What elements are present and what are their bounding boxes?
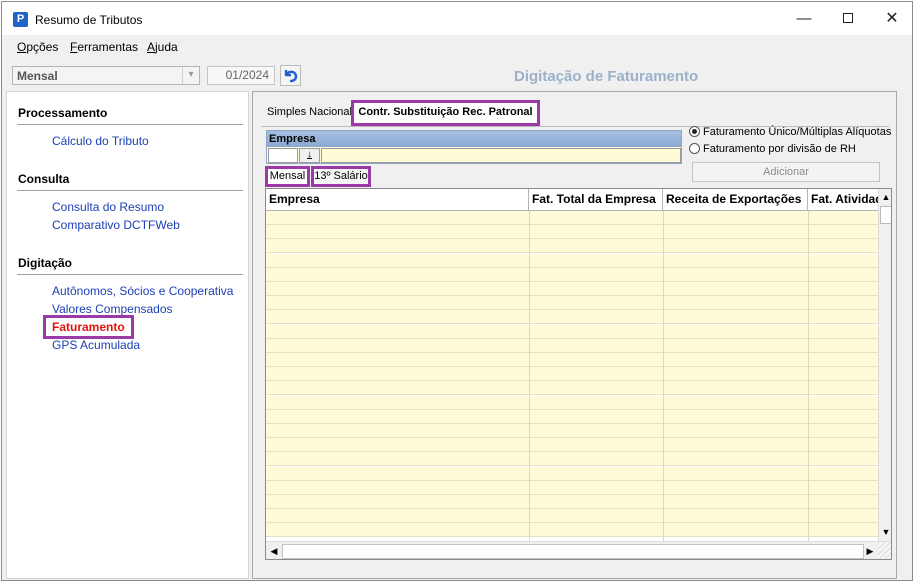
section-title-consulta: Consulta — [18, 172, 70, 186]
title-bar: P Resumo de Tributos — ✕ — [2, 2, 912, 35]
period-type-value: Mensal — [17, 69, 58, 83]
section-divider — [17, 124, 243, 125]
nav-link-calculo-tributo[interactable]: Cálculo do Tributo — [52, 134, 149, 148]
table-row[interactable] — [266, 239, 878, 254]
table-row[interactable] — [266, 211, 878, 225]
menu-ferramentas[interactable]: Ferramentas — [70, 40, 138, 54]
table-row[interactable] — [266, 253, 878, 268]
menu-label: juda — [155, 40, 178, 54]
table-row[interactable] — [266, 267, 878, 282]
table-row[interactable] — [266, 324, 878, 339]
section-title-digitacao: Digitação — [18, 256, 73, 270]
scroll-thumb[interactable] — [282, 544, 864, 559]
tab-contr-substituicao[interactable]: Contr. Substituição Rec. Patronal — [351, 100, 540, 126]
faturamento-grid: Empresa Fat. Total da Empresa Receita de… — [265, 188, 892, 560]
navigation-panel: Processamento Cálculo do Tributo Consult… — [6, 91, 249, 579]
menu-ajuda[interactable]: Ajuda — [147, 40, 178, 54]
table-row[interactable] — [266, 296, 878, 311]
table-row[interactable] — [266, 409, 878, 424]
tab-simples-nacional[interactable]: Simples Nacional — [267, 106, 352, 118]
table-row[interactable] — [266, 225, 878, 240]
table-row[interactable] — [266, 495, 878, 509]
table-row[interactable] — [266, 282, 878, 296]
period-type-select[interactable]: Mensal ▾ — [12, 66, 200, 85]
grid-body — [266, 211, 878, 541]
competence-date-field[interactable]: 01/2024 — [207, 66, 275, 85]
undo-button[interactable] — [280, 65, 301, 86]
window-title: Resumo de Tributos — [35, 13, 143, 27]
radio-label: Faturamento Único/Múltiplas Alíquotas — [703, 126, 892, 138]
table-row[interactable] — [266, 395, 878, 410]
app-window: P Resumo de Tributos — ✕ Opções Ferramen… — [1, 1, 913, 581]
menu-mnemonic: A — [147, 40, 156, 54]
menu-opcoes[interactable]: Opções — [17, 40, 58, 54]
arrow-down-icon: ↓ — [307, 149, 312, 160]
section-divider — [17, 190, 243, 191]
table-row[interactable] — [266, 523, 878, 538]
grid-header: Empresa Fat. Total da Empresa Receita de… — [266, 189, 878, 211]
radio-label: Faturamento por divisão de RH — [703, 143, 856, 155]
maximize-button[interactable] — [826, 6, 870, 32]
radio-faturamento-unico[interactable]: Faturamento Único/Múltiplas Alíquotas — [689, 126, 891, 138]
scroll-left-icon[interactable]: ◀ — [267, 543, 281, 559]
menu-bar: Opções Ferramentas Ajuda — [2, 35, 912, 57]
size-grip — [878, 542, 891, 559]
chevron-down-icon[interactable]: ▾ — [182, 67, 199, 84]
nav-link-gps-acumulada[interactable]: GPS Acumulada — [52, 338, 140, 352]
menu-label: erramentas — [77, 40, 139, 54]
scroll-right-icon[interactable]: ▶ — [863, 543, 877, 559]
scroll-thumb[interactable] — [880, 206, 891, 224]
table-row[interactable] — [266, 480, 878, 495]
minimize-button[interactable]: — — [782, 6, 826, 32]
section-divider — [17, 274, 243, 275]
column-header-fat-total[interactable]: Fat. Total da Empresa — [529, 189, 663, 210]
radio-checked-icon[interactable] — [689, 126, 700, 137]
column-header-receita-exportacoes[interactable]: Receita de Exportações — [663, 189, 808, 210]
column-divider — [663, 211, 664, 541]
empresa-name-field[interactable] — [321, 148, 681, 163]
close-button[interactable]: ✕ — [870, 6, 914, 32]
table-row[interactable] — [266, 367, 878, 382]
table-row[interactable] — [266, 310, 878, 325]
menu-mnemonic: O — [17, 40, 27, 54]
content-panel: Simples Nacional Contr. Substituição Rec… — [252, 91, 897, 579]
nav-link-comparativo-dctfweb[interactable]: Comparativo DCTFWeb — [52, 218, 180, 232]
table-row[interactable] — [266, 509, 878, 524]
scroll-down-icon[interactable]: ▼ — [879, 524, 891, 540]
nav-link-consulta-resumo[interactable]: Consulta do Resumo — [52, 200, 164, 214]
column-header-empresa[interactable]: Empresa — [266, 189, 529, 210]
column-divider — [808, 211, 809, 541]
horizontal-scrollbar[interactable]: ◀ ▶ — [266, 541, 891, 559]
table-row[interactable] — [266, 381, 878, 396]
undo-icon — [284, 70, 298, 83]
empresa-dropdown-button[interactable]: ↓ — [299, 148, 320, 163]
adicionar-button[interactable]: Adicionar — [692, 162, 880, 182]
nav-link-autonomos[interactable]: Autônomos, Sócios e Cooperativa — [52, 284, 233, 298]
app-logo-icon: P — [13, 12, 28, 27]
radio-unchecked-icon[interactable] — [689, 143, 700, 154]
table-row[interactable] — [266, 452, 878, 467]
empresa-code-input[interactable] — [268, 148, 298, 163]
column-divider — [529, 211, 530, 541]
section-title-processamento: Processamento — [18, 106, 108, 120]
empresa-selector: Empresa ↓ — [266, 130, 682, 164]
scroll-up-icon[interactable]: ▲ — [879, 189, 891, 205]
table-row[interactable] — [266, 338, 878, 353]
nav-link-valores-compensados[interactable]: Valores Compensados — [52, 302, 173, 316]
subtab-mensal[interactable]: Mensal — [265, 166, 310, 187]
table-row[interactable] — [266, 353, 878, 367]
column-header-fat-atividade[interactable]: Fat. Atividade — [808, 189, 878, 210]
subtab-13-salario[interactable]: 13º Salário — [311, 166, 371, 187]
vertical-scrollbar[interactable]: ▲ ▼ — [878, 189, 891, 541]
toolbar: Mensal ▾ 01/2024 Digitação de Faturament… — [2, 60, 912, 90]
empresa-label: Empresa — [267, 131, 681, 147]
table-row[interactable] — [266, 466, 878, 481]
table-row[interactable] — [266, 438, 878, 453]
maximize-icon — [843, 13, 853, 23]
menu-label: pções — [26, 40, 59, 54]
radio-faturamento-divisao-rh[interactable]: Faturamento por divisão de RH — [689, 143, 856, 155]
page-title: Digitação de Faturamento — [514, 68, 699, 85]
highlight-box — [43, 315, 134, 339]
table-row[interactable] — [266, 424, 878, 438]
